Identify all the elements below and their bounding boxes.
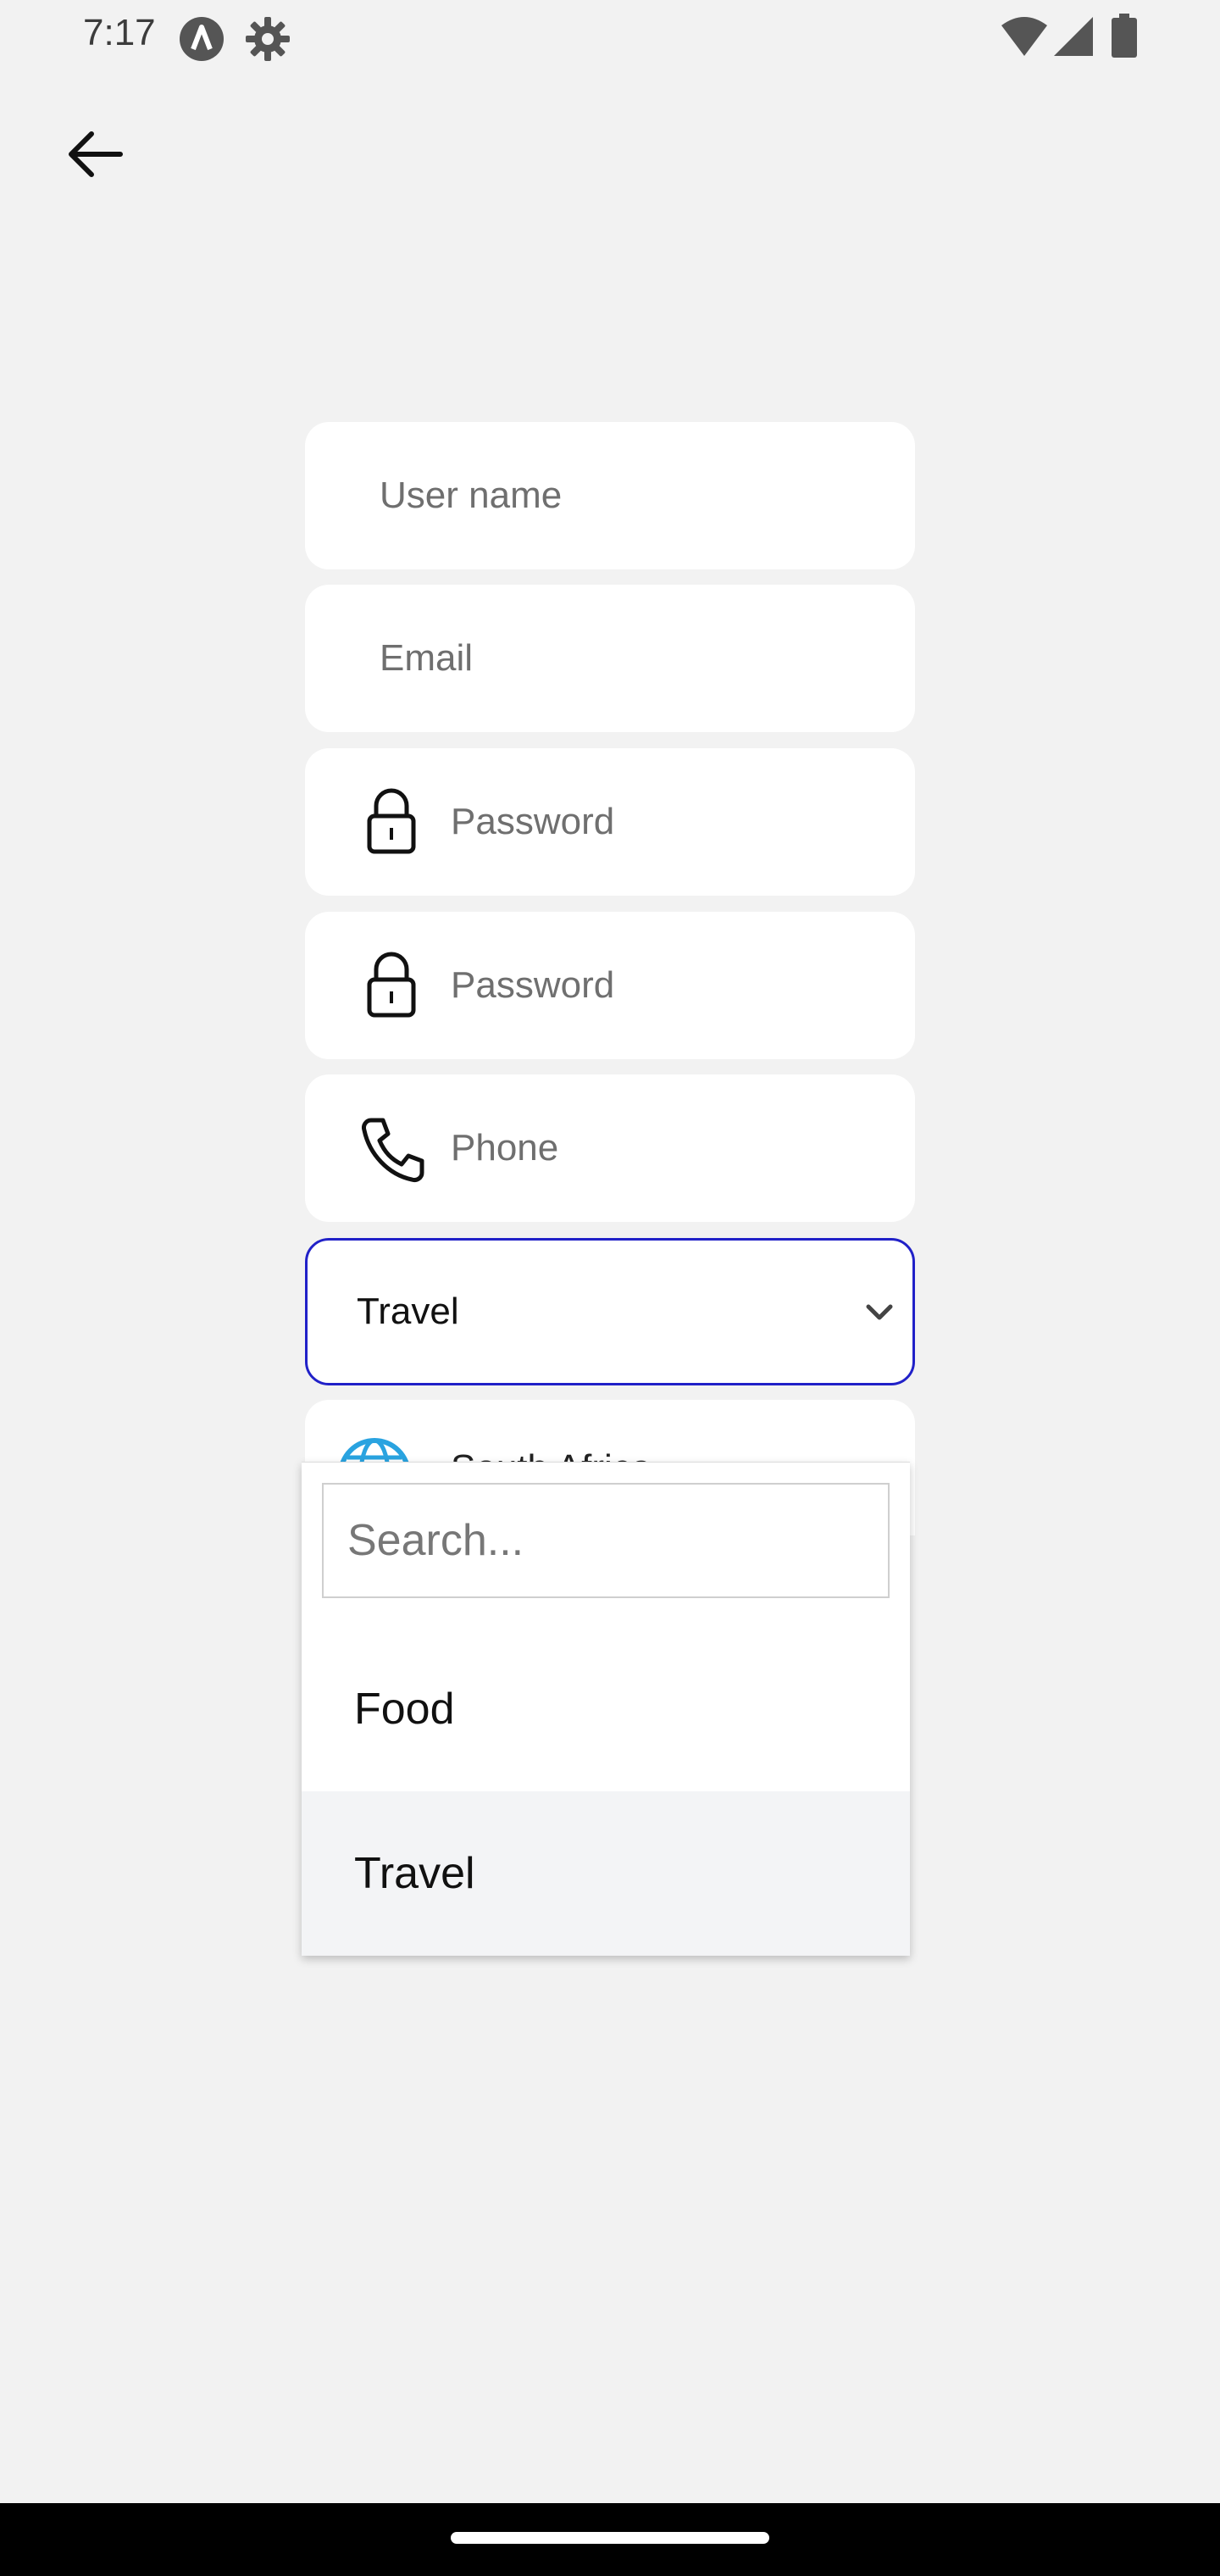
status-time: 7:17 [83, 12, 156, 53]
arrow-left-icon [69, 131, 123, 177]
back-button[interactable] [58, 120, 130, 188]
phone-icon [351, 1108, 432, 1190]
home-indicator[interactable] [451, 2532, 769, 2544]
password-placeholder: Password [451, 801, 615, 842]
phone-field[interactable]: Phone [305, 1074, 915, 1222]
email-placeholder: Email [380, 637, 474, 679]
username-placeholder: User name [380, 475, 563, 516]
lock-icon [351, 946, 432, 1027]
confirm-password-placeholder: Password [451, 964, 615, 1006]
email-field[interactable]: Email [305, 585, 915, 732]
phone-placeholder: Phone [451, 1127, 559, 1169]
a-badge-icon [178, 15, 225, 67]
category-select-value: Travel [357, 1291, 459, 1332]
username-field[interactable]: User name [305, 422, 915, 569]
password-field[interactable]: Password [305, 748, 915, 896]
chevron-down-icon [858, 1291, 901, 1334]
confirm-password-field[interactable]: Password [305, 912, 915, 1059]
category-select[interactable]: Travel [305, 1238, 915, 1385]
wifi-icon [1001, 17, 1047, 60]
dropdown-search-input[interactable] [322, 1483, 890, 1598]
status-bar: 7:17 [0, 0, 1220, 76]
settings-gear-icon [244, 15, 291, 67]
dropdown-option-food[interactable]: Food [302, 1627, 910, 1791]
dropdown-option-travel[interactable]: Travel [302, 1791, 910, 1956]
category-dropdown: Food Travel [302, 1462, 910, 1956]
battery-icon [1112, 14, 1137, 62]
cell-signal-icon [1054, 17, 1093, 60]
lock-icon [351, 782, 432, 863]
